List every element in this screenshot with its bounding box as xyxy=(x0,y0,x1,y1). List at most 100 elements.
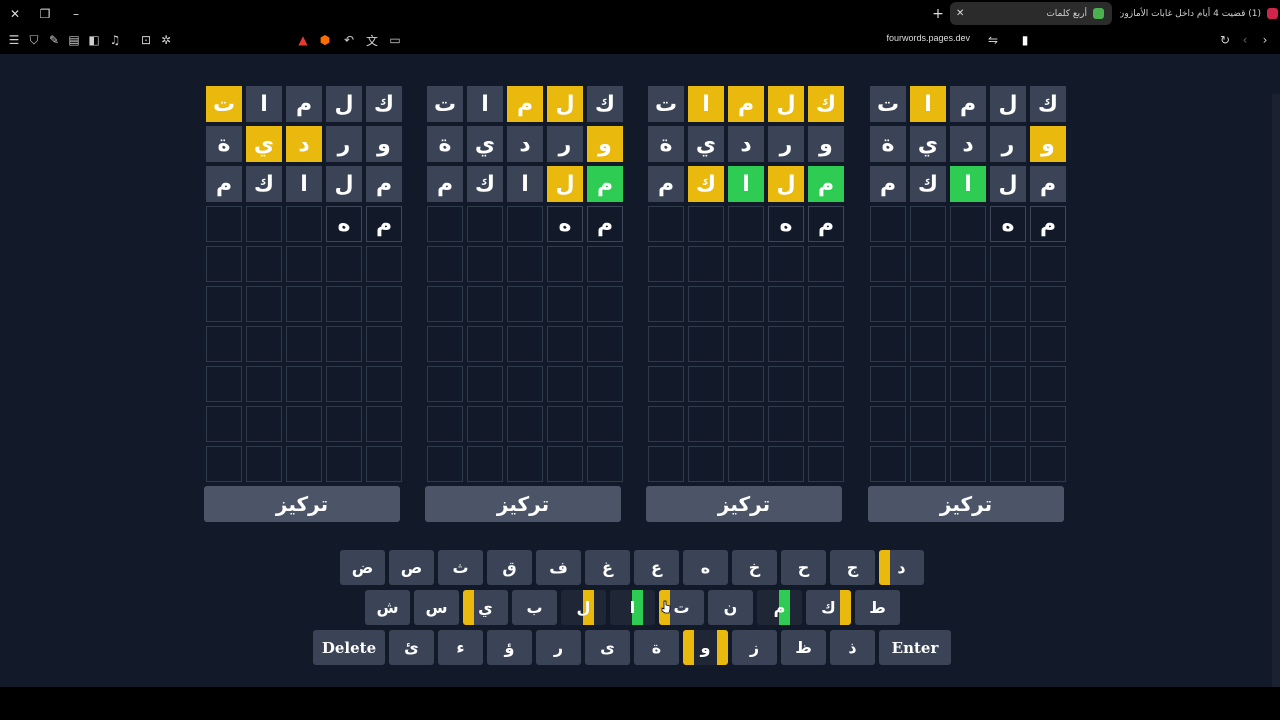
letter-key[interactable]: ط xyxy=(855,590,900,625)
tile xyxy=(507,406,543,442)
focus-button[interactable]: تركيز xyxy=(425,486,621,522)
tile xyxy=(728,286,764,322)
game-page: ك ل م ا ت و ر د ي ة م ل ا ك م م ه تركيز ك ل م ا ت و ر د ي ة م ل ا ك م م ه ت… xyxy=(0,54,1280,687)
delete-key[interactable]: Delete xyxy=(313,630,385,665)
letter-key[interactable]: ز xyxy=(732,630,777,665)
letter-key[interactable]: ذ xyxy=(830,630,875,665)
tile xyxy=(728,446,764,482)
tile: و xyxy=(1030,126,1066,162)
key-label: خ xyxy=(748,558,761,577)
menu-icon[interactable]: ☰ xyxy=(5,31,23,49)
letter-key[interactable]: ل xyxy=(561,590,606,625)
letter-key[interactable]: غ xyxy=(585,550,630,585)
letter-key[interactable]: ح xyxy=(781,550,826,585)
letter-key[interactable]: م xyxy=(757,590,802,625)
cast-icon[interactable]: ▭ xyxy=(386,31,404,49)
letter-key[interactable]: ق xyxy=(487,550,532,585)
back-icon[interactable]: ‹ xyxy=(1236,31,1254,49)
tab-inactive[interactable]: (1) قضيت 4 أيام داخل غابات الأمازون ! xyxy=(1120,2,1278,25)
letter-key[interactable]: ص xyxy=(389,550,434,585)
music-icon[interactable]: ♫ xyxy=(106,31,124,49)
screenshot-icon[interactable]: ⊡ xyxy=(137,31,155,49)
letter-key[interactable]: د xyxy=(879,550,924,585)
tile xyxy=(910,286,946,322)
letter-key[interactable]: ئ xyxy=(389,630,434,665)
letter-key[interactable]: ف xyxy=(536,550,581,585)
tile xyxy=(808,246,844,282)
letter-key[interactable]: ؤ xyxy=(487,630,532,665)
forward-icon[interactable]: › xyxy=(1256,31,1274,49)
new-tab-button[interactable]: + xyxy=(928,4,948,24)
tile: ك xyxy=(1030,86,1066,122)
letter-key[interactable]: ء xyxy=(438,630,483,665)
key-label: و xyxy=(700,638,711,657)
letter-key[interactable]: و xyxy=(683,630,728,665)
share-icon[interactable]: ⇋ xyxy=(984,31,1002,49)
tile: ه xyxy=(990,206,1026,242)
shield-icon[interactable]: ⛉ xyxy=(25,31,43,49)
tile xyxy=(950,206,986,242)
letter-key[interactable]: ي xyxy=(463,590,508,625)
tile: ت xyxy=(648,86,684,122)
key-label: ؤ xyxy=(504,638,515,657)
tabs-icon[interactable]: ▤ xyxy=(65,31,83,49)
key-status-marker xyxy=(840,590,851,625)
letter-key[interactable]: ظ xyxy=(781,630,826,665)
brave-shield-icon[interactable]: ⬢ xyxy=(316,31,334,49)
letter-key[interactable]: ش xyxy=(365,590,410,625)
tile xyxy=(427,446,463,482)
tile: ه xyxy=(768,206,804,242)
tile xyxy=(648,446,684,482)
restore-window-icon[interactable]: ❐ xyxy=(35,4,55,24)
tile xyxy=(507,246,543,282)
tab-close-icon[interactable]: ✕ xyxy=(956,8,964,19)
tab-active[interactable]: أربع كلمات ✕ xyxy=(950,2,1112,25)
sidebar-icon[interactable]: ◧ xyxy=(85,31,103,49)
letter-key[interactable]: ب xyxy=(512,590,557,625)
tile xyxy=(808,446,844,482)
letter-key[interactable]: ا xyxy=(610,590,655,625)
tile xyxy=(648,326,684,362)
key-label: ء xyxy=(456,638,465,657)
letter-key[interactable]: ى xyxy=(585,630,630,665)
letter-key[interactable]: ر xyxy=(536,630,581,665)
tile xyxy=(547,286,583,322)
key-label: Enter xyxy=(891,638,939,657)
translate-icon[interactable]: 文 xyxy=(363,31,381,49)
address-bar[interactable]: ▲ ⬢ ↶ 文 ▭ fourwords.pages.dev ⇋ xyxy=(290,30,1010,50)
focus-button[interactable]: تركيز xyxy=(646,486,842,522)
letter-key[interactable]: ة xyxy=(634,630,679,665)
letter-key[interactable]: ج xyxy=(830,550,875,585)
letter-key[interactable]: خ xyxy=(732,550,777,585)
scrollbar[interactable] xyxy=(1272,94,1280,687)
undo-icon[interactable]: ↶ xyxy=(340,31,358,49)
key-label: ل xyxy=(576,598,591,617)
extensions-icon[interactable]: ✲ xyxy=(157,31,175,49)
tile: ا xyxy=(728,166,764,202)
focus-button[interactable]: تركيز xyxy=(204,486,400,522)
pin-icon[interactable]: ✎ xyxy=(45,31,63,49)
key-label: ق xyxy=(502,558,517,577)
board-grid: كلماتورديةملاكممه xyxy=(868,86,1066,482)
minimize-window-icon[interactable]: – xyxy=(66,4,86,24)
letter-key[interactable]: ع xyxy=(634,550,679,585)
tile xyxy=(870,326,906,362)
letter-key[interactable]: ث xyxy=(438,550,483,585)
tile: ا xyxy=(688,86,724,122)
focus-button[interactable]: تركيز xyxy=(868,486,1064,522)
tile: ل xyxy=(768,86,804,122)
reload-icon[interactable]: ↻ xyxy=(1216,31,1234,49)
close-window-icon[interactable]: ✕ xyxy=(5,4,25,24)
tile: ك xyxy=(688,166,724,202)
letter-key[interactable]: ن xyxy=(708,590,753,625)
letter-key[interactable]: ه xyxy=(683,550,728,585)
tile xyxy=(990,326,1026,362)
tile xyxy=(1030,286,1066,322)
letter-key[interactable]: ك xyxy=(806,590,851,625)
letter-key[interactable]: س xyxy=(414,590,459,625)
enter-key[interactable]: Enter xyxy=(879,630,951,665)
key-label: ن xyxy=(723,598,738,617)
letter-key[interactable]: ض xyxy=(340,550,385,585)
bookmark-icon[interactable]: ▮ xyxy=(1016,31,1034,49)
key-label: ئ xyxy=(404,638,419,657)
